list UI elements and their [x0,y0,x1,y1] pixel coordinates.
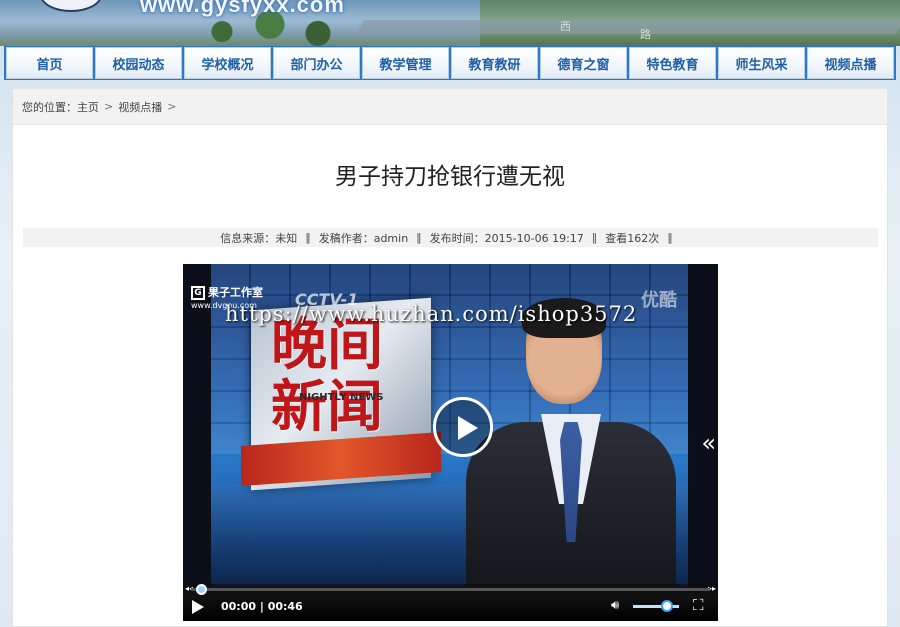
meta-divider: ‖ [416,231,422,244]
nav-item-home[interactable]: 首页 [6,47,93,79]
volume-icon[interactable]: 🔊︎ [611,598,619,613]
nav-item-video-on-demand[interactable]: 视频点播 [807,47,894,79]
banner-site-url: www.gysfyxx.com [140,0,345,17]
studio-logo-name: 果子工作室 [208,286,263,299]
video-controls: ◂◂ ▸▸ 00:00 | 00:46 🔊︎ ⛶ [183,584,718,621]
article-meta: 信息来源：未知 ‖ 发稿作者：admin ‖ 发布时间：2015-10-06 1… [23,228,878,247]
breadcrumb-section-link[interactable]: 视频点播 [118,99,162,115]
play-icon[interactable] [433,397,493,457]
program-title-text: 晚间新闻 [271,312,383,440]
program-logo-stripe [241,432,441,486]
meta-divider: ‖ [305,231,311,244]
meta-author: 发稿作者：admin [318,231,409,245]
meta-published: 发布时间：2015-10-06 19:17 [429,231,584,245]
meta-source: 信息来源：未知 [220,231,298,245]
breadcrumb-home-link[interactable]: 主页 [77,99,99,115]
main-nav: 首页 校园动态 学校概况 部门办公 教学管理 教育教研 德育之窗 特色教育 师生… [4,46,896,80]
nav-item-special-education[interactable]: 特色教育 [629,47,716,79]
control-play-icon[interactable] [192,600,204,614]
studio-logo-icon: G [191,286,205,300]
breadcrumb: 您的位置： 主页 > 视频点播 > [13,89,887,125]
site-banner: www.gysfyxx.com 西 路 [0,0,900,46]
article-title: 男子持刀抢银行遭无视 [335,164,565,190]
meta-divider: ‖ [667,231,673,244]
news-anchor [466,298,676,589]
time-display: 00:00 | 00:46 [221,600,303,613]
banner-road-text: 路 [640,28,651,41]
nav-item-school-overview[interactable]: 学校概况 [184,47,271,79]
nav-item-campus-news[interactable]: 校园动态 [95,47,182,79]
fullscreen-icon[interactable]: ⛶ [693,596,704,614]
watermark-text: https://www.huzhan.com/ishop3572 [225,302,638,326]
school-seal-logo [40,0,102,12]
meta-views: 查看162次 [605,231,660,245]
content-panel: 您的位置： 主页 > 视频点播 > 男子持刀抢银行遭无视 信息来源：未知 ‖ 发… [12,88,888,627]
nav-item-teaching-management[interactable]: 教学管理 [362,47,449,79]
banner-road [355,20,900,34]
breadcrumb-separator-icon: > [167,100,177,113]
breadcrumb-separator-icon: > [104,100,114,113]
nav-item-departments[interactable]: 部门办公 [273,47,360,79]
banner-road-text: 西 [560,20,571,33]
meta-divider: ‖ [591,231,598,244]
nav-item-education-research[interactable]: 教育教研 [451,47,538,79]
breadcrumb-prefix: 您的位置： [22,100,77,114]
double-chevron-left-icon[interactable]: « [701,429,716,457]
nav-item-moral-education[interactable]: 德育之窗 [540,47,627,79]
progress-knob[interactable] [196,584,207,595]
youku-logo: 优酷 [641,290,677,311]
program-subtitle-text: NIGHTLY NEWS [299,392,384,403]
volume-knob[interactable] [661,600,673,612]
nav-item-teacher-student-showcase[interactable]: 师生风采 [718,47,805,79]
video-player[interactable]: 晚间新闻 NIGHTLY NEWS CCTV-1 优酷 G 果子工作室 www.d… [183,264,718,621]
progress-bar[interactable] [191,584,710,595]
